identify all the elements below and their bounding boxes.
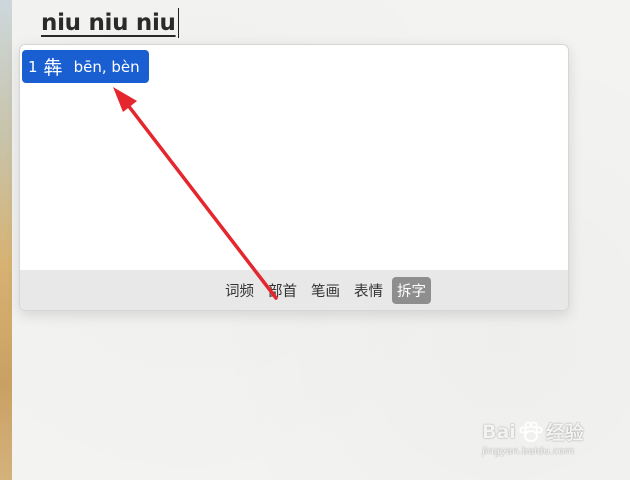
- watermark-brand-left: Bai: [482, 420, 516, 443]
- tab-split-character[interactable]: 拆字: [392, 276, 431, 304]
- candidate-panel: 1 犇 bēn, bèn 词频 部首 笔画 表情 拆字: [19, 44, 569, 311]
- watermark-url: jingyan.baidu.com: [482, 446, 575, 457]
- candidate-pinyin: bēn, bèn: [73, 57, 140, 76]
- watermark-brand-right: 经验: [545, 422, 584, 444]
- composition-text: niu niu niu: [41, 10, 176, 36]
- candidate-character: 犇: [43, 57, 63, 79]
- tab-emoji[interactable]: 表情: [349, 277, 388, 304]
- candidate-item-1[interactable]: 1 犇 bēn, bèn: [22, 50, 149, 83]
- paw-icon: [518, 421, 544, 443]
- tab-radical[interactable]: 部首: [263, 277, 302, 304]
- sort-mode-tabbar: 词频 部首 笔画 表情 拆字: [20, 270, 568, 310]
- candidate-index: 1: [28, 57, 38, 76]
- text-caret: [177, 8, 180, 38]
- tab-word-frequency[interactable]: 词频: [220, 277, 259, 304]
- desktop-wallpaper-edge: [0, 0, 12, 480]
- baidu-jingyan-watermark: Bai 经验 jingyan.baidu.com: [482, 418, 622, 468]
- tab-stroke[interactable]: 笔画: [306, 277, 345, 304]
- ime-composition[interactable]: niu niu niu: [41, 6, 180, 40]
